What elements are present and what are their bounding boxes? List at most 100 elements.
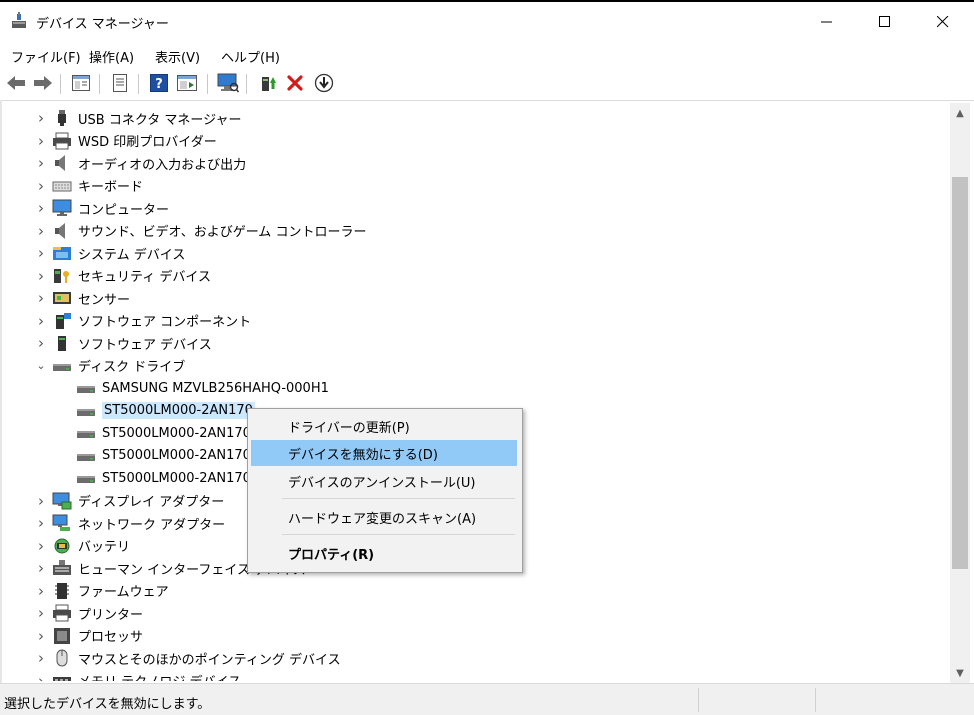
tree-device-item[interactable]: ST5000LM000-2AN170 <box>76 422 251 444</box>
maximize-button[interactable] <box>856 2 914 42</box>
menu-action[interactable]: 操作(A) <box>89 47 134 66</box>
forward-button[interactable] <box>32 72 54 94</box>
chevron-right-icon[interactable]: › <box>35 107 47 129</box>
tree-category-item[interactable]: › USB コネクタ マネージャー <box>38 107 242 129</box>
tree-item-label: キーボード <box>78 180 144 195</box>
tree-category-item[interactable]: › バッテリ <box>38 535 130 557</box>
context-menu: ドライバーの更新(P) デバイスを無効にする(D) デバイスのアンインストール(… <box>247 408 523 573</box>
tree-category-item[interactable]: › ネットワーク アダプター <box>38 512 226 534</box>
scroll-down-button[interactable]: ▼ <box>950 663 970 683</box>
tree-category-item[interactable]: › キーボード <box>38 175 144 197</box>
back-button[interactable] <box>5 72 27 94</box>
menu-update-driver[interactable]: ドライバーの更新(P) <box>251 413 517 439</box>
tree-category-item[interactable]: › セキュリティ デバイス <box>38 265 211 287</box>
tree-category-item[interactable]: › オーディオの入力および出力 <box>38 152 247 174</box>
chevron-right-icon[interactable]: › <box>35 625 47 647</box>
disk-drive-icon <box>77 453 95 461</box>
tree-item-label: コンピューター <box>78 202 170 218</box>
menu-bar: ファイル(F) 操作(A) 表示(V) ヘルプ(H) <box>0 42 974 68</box>
menu-scan-hardware[interactable]: ハードウェア変更のスキャン(A) <box>251 504 517 530</box>
menu-file[interactable]: ファイル(F) <box>11 47 81 66</box>
uninstall-device-button[interactable] <box>284 72 306 94</box>
svg-text:?: ? <box>155 77 163 92</box>
disk-drive-icon <box>53 363 71 371</box>
chevron-right-icon[interactable]: › <box>35 152 47 174</box>
menu-properties[interactable]: プロパティ(R) <box>251 540 517 566</box>
chevron-right-icon[interactable]: › <box>35 557 47 579</box>
chevron-right-icon[interactable]: › <box>35 602 47 624</box>
hid-icon <box>53 560 71 575</box>
tree-item-label: オーディオの入力および出力 <box>78 157 247 173</box>
chevron-right-icon[interactable]: › <box>35 580 47 602</box>
tree-category-item[interactable]: › システム デバイス <box>38 242 186 264</box>
menu-separator <box>282 498 515 499</box>
enable-device-button[interactable] <box>313 72 335 94</box>
menu-disable-device[interactable]: デバイスを無効にする(D) <box>251 440 517 466</box>
menu-help[interactable]: ヘルプ(H) <box>221 47 280 66</box>
tree-category-item[interactable]: › ソフトウェア コンポーネント <box>38 310 252 332</box>
scroll-up-button[interactable]: ▲ <box>950 103 970 123</box>
vertical-scrollbar[interactable]: ▲ ▼ <box>950 103 970 683</box>
tree-category-item[interactable]: › プリンター <box>38 602 144 624</box>
chevron-right-icon[interactable]: › <box>35 130 47 152</box>
chevron-right-icon[interactable]: › <box>35 512 47 534</box>
menu-separator <box>282 534 515 535</box>
scrollbar-thumb[interactable] <box>952 177 968 569</box>
tree-item-label: ネットワーク アダプター <box>78 517 226 533</box>
chevron-right-icon[interactable]: › <box>35 197 47 219</box>
chevron-right-icon[interactable]: › <box>35 175 47 197</box>
monitor-scan-icon <box>217 73 239 93</box>
tree-category-item[interactable]: › WSD 印刷プロバイダー <box>38 130 217 152</box>
scan-hardware-button[interactable] <box>217 72 239 94</box>
menu-uninstall-device[interactable]: デバイスのアンインストール(U) <box>251 468 517 494</box>
help-button[interactable]: ? <box>148 72 170 94</box>
chevron-right-icon[interactable]: › <box>35 287 47 309</box>
tree-item-label: システム デバイス <box>78 247 186 263</box>
minimize-button[interactable] <box>798 2 856 42</box>
action-pane-button[interactable] <box>176 72 198 94</box>
chevron-right-icon[interactable]: › <box>35 310 47 332</box>
tree-item-label: プリンター <box>78 607 144 623</box>
tree-category-item[interactable]: › ソフトウェア デバイス <box>38 332 212 354</box>
battery-icon <box>54 538 70 553</box>
chevron-right-icon[interactable]: › <box>35 670 47 682</box>
device-tree[interactable]: › USB コネクタ マネージャー › WSD 印刷プロバイダー › オーディオの入力およ… <box>2 103 948 681</box>
tree-device-item[interactable]: SAMSUNG MZVLB256HAHQ-000H1 <box>76 377 329 399</box>
update-driver-button[interactable] <box>257 72 279 94</box>
chevron-right-icon[interactable]: › <box>35 647 47 669</box>
status-bar: 選択したデバイスを無効にします。 <box>0 683 974 715</box>
chevron-right-icon[interactable]: › <box>35 220 47 242</box>
tree-category-item[interactable]: › ファームウェア <box>38 580 169 602</box>
tree-item-label: サウンド、ビデオ、およびゲーム コントローラー <box>78 225 367 240</box>
tree-item-label: ソフトウェア コンポーネント <box>78 315 252 330</box>
tree-category-item[interactable]: › ディスプレイ アダプター <box>38 490 224 512</box>
mouse-icon <box>56 649 68 667</box>
tree-category-item[interactable]: › メモリ テクノロジ デバイス <box>38 670 241 681</box>
toolbar-separator <box>60 74 61 94</box>
tree-device-item[interactable]: ST5000LM000-2AN170 <box>76 445 251 467</box>
software-component-icon <box>56 312 71 329</box>
chevron-down-icon[interactable]: ⌄ <box>35 355 47 377</box>
chevron-right-icon[interactable]: › <box>35 242 47 264</box>
properties-button[interactable] <box>109 72 131 94</box>
tree-category-item[interactable]: › センサー <box>38 287 130 309</box>
chevron-right-icon[interactable]: › <box>35 265 47 287</box>
show-hide-tree-button[interactable] <box>70 72 92 94</box>
chevron-right-icon[interactable]: › <box>35 490 47 512</box>
disk-drive-icon <box>77 431 95 438</box>
tree-item-label: プロセッサ <box>78 630 144 645</box>
tree-category-item[interactable]: ⌄ ディスク ドライブ <box>36 355 185 377</box>
title-bar: デバイス マネージャー <box>0 0 974 42</box>
tree-category-item[interactable]: › サウンド、ビデオ、およびゲーム コントローラー <box>38 220 367 242</box>
tree-category-item[interactable]: › マウスとそのほかのポインティング デバイス <box>38 647 341 669</box>
tree-category-item[interactable]: › コンピューター <box>38 197 170 219</box>
chevron-right-icon[interactable]: › <box>35 535 47 557</box>
menu-view[interactable]: 表示(V) <box>155 47 200 66</box>
chevron-right-icon[interactable]: › <box>35 332 47 354</box>
tree-device-item[interactable]: ST5000LM000-2AN170 <box>76 467 251 489</box>
tree-item-label: ファームウェア <box>78 585 169 600</box>
disk-drive-icon <box>77 386 95 393</box>
tree-category-item[interactable]: › プロセッサ <box>38 625 144 647</box>
close-button[interactable] <box>914 2 972 42</box>
tree-device-item[interactable]: ST5000LM000-2AN170 <box>76 400 255 422</box>
